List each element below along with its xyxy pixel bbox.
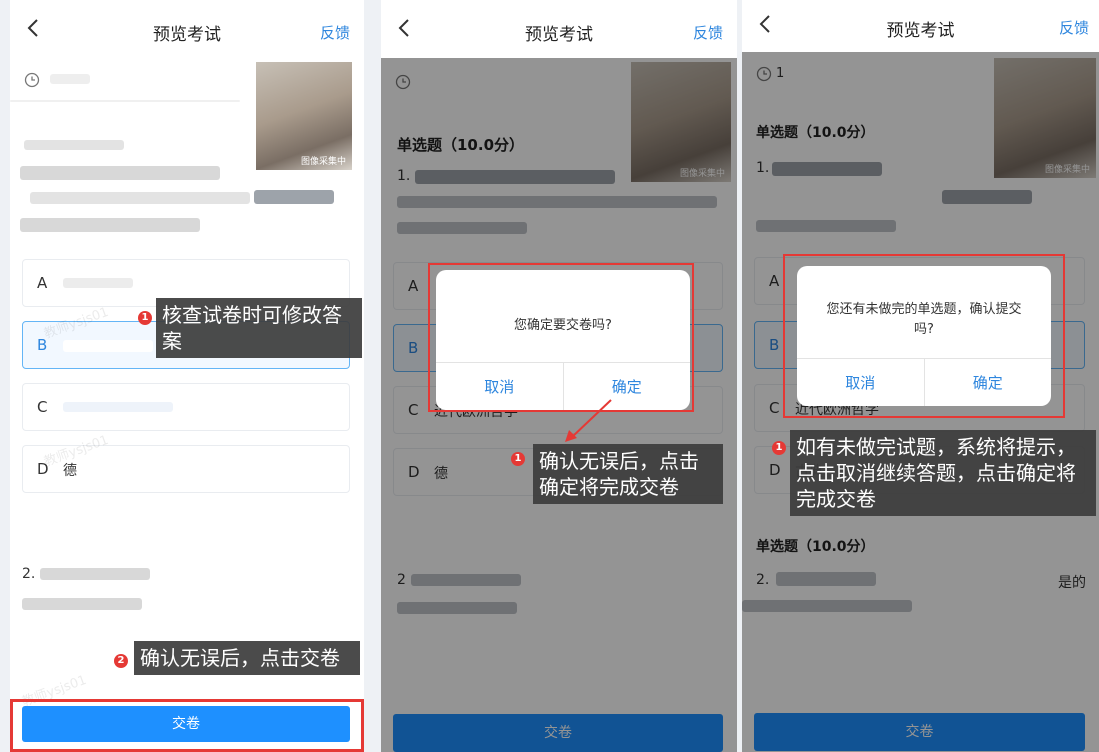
camera-preview: 图像采集中 — [256, 62, 352, 170]
option-text-blurred — [63, 402, 173, 412]
question-text-blurred — [254, 190, 334, 204]
nav-bar: 预览考试 反馈 — [742, 0, 1099, 52]
question-text-blurred — [20, 218, 200, 232]
page-title: 预览考试 — [525, 25, 593, 45]
option-text-blurred — [63, 278, 133, 288]
question-text-blurred — [30, 192, 250, 204]
page-title: 预览考试 — [886, 21, 955, 41]
question-2-number: 2. — [22, 566, 36, 582]
camera-caption: 图像采集中 — [300, 157, 346, 167]
question-2-text-blurred — [40, 568, 150, 580]
annotation-tooltip: 确认无误后，点击交卷 — [134, 641, 360, 675]
feedback-link[interactable]: 反馈 — [693, 22, 723, 43]
highlight-box — [783, 254, 1065, 418]
screen-2-confirm-submit: 预览考试 反馈 图像采集中 单选题（10.0分） 1. A B C 近代欧洲哲学… — [381, 0, 737, 752]
screen-3-unfinished-warning: 预览考试 反馈 1 图像采集中 单选题（10.0分） 1. A B C 近代欧洲… — [742, 0, 1099, 752]
step-badge: 1 — [772, 441, 786, 455]
annotation-tooltip: 确认无误后，点击确定将完成交卷 — [533, 444, 723, 504]
highlight-box — [10, 699, 364, 752]
feedback-link[interactable]: 反馈 — [1059, 17, 1089, 38]
step-badge: 1 — [138, 311, 152, 325]
timer-value-blurred — [50, 74, 90, 84]
screen-1-review-answers: 预览考试 反馈 图像采集中 A B C D 德 2. 教师ysjs01 教师ys… — [10, 0, 364, 752]
clock-icon — [24, 72, 40, 88]
divider — [10, 100, 240, 102]
page-title: 预览考试 — [153, 25, 221, 45]
question-text-blurred — [20, 166, 220, 180]
highlight-box — [428, 263, 694, 412]
pointer-arrow-icon — [565, 399, 612, 442]
option-key: C — [37, 398, 48, 416]
feedback-link[interactable]: 反馈 — [320, 22, 350, 43]
nav-bar: 预览考试 反馈 — [10, 0, 364, 58]
option-c[interactable]: C — [22, 383, 350, 431]
tutorial-composite: 预览考试 反馈 图像采集中 A B C D 德 2. 教师ysjs01 教师ys… — [0, 0, 1099, 752]
question-header-blurred — [24, 140, 124, 150]
annotation-tooltip: 核查试卷时可修改答案 — [156, 298, 362, 358]
question-2-text-blurred — [22, 598, 142, 610]
step-badge: 2 — [114, 654, 128, 668]
nav-bar: 预览考试 反馈 — [381, 0, 737, 58]
step-badge: 1 — [511, 452, 525, 466]
annotation-tooltip: 如有未做完试题，系统将提示，点击取消继续答题，点击确定将完成交卷 — [790, 430, 1096, 516]
option-key: A — [37, 274, 48, 292]
option-text-blurred — [63, 340, 153, 352]
